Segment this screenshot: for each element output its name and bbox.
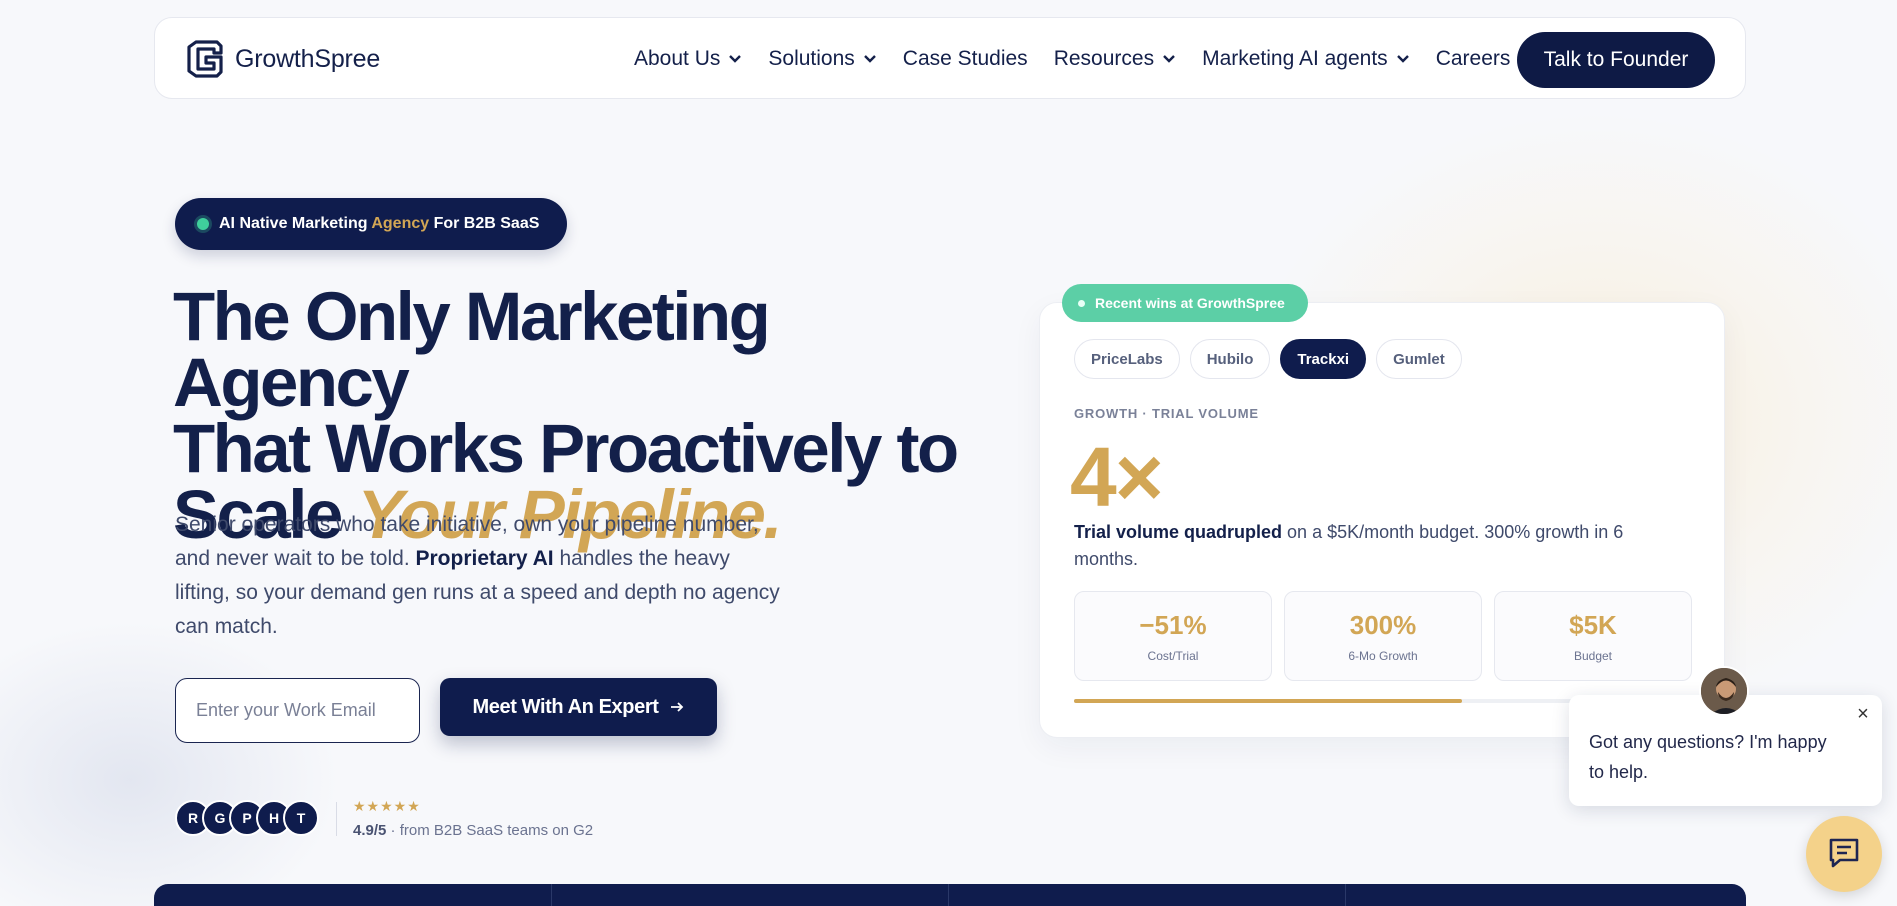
recent-wins-pill: Recent wins at GrowthSpree bbox=[1062, 284, 1308, 322]
client-tabs: PriceLabs Hubilo Trackxi Gumlet bbox=[1074, 339, 1462, 379]
stat-value: −51% bbox=[1139, 609, 1207, 640]
nav-label: Case Studies bbox=[902, 47, 1028, 70]
chevron-down-icon bbox=[863, 55, 876, 63]
stat-tiles: −51% Cost/Trial 300% 6-Mo Growth $5K Bud… bbox=[1074, 591, 1692, 681]
stat-cost-per-trial: −51% Cost/Trial bbox=[1074, 591, 1272, 681]
talk-to-founder-button[interactable]: Talk to Founder bbox=[1517, 32, 1715, 88]
rating-divider bbox=[336, 802, 337, 836]
star-rating-icon: ★★★★★ bbox=[353, 798, 421, 814]
background-glow-left bbox=[0, 620, 340, 906]
nav-marketing-ai-agents[interactable]: Marketing AI agents bbox=[1202, 47, 1410, 71]
chevron-down-icon bbox=[1396, 55, 1409, 63]
recent-wins-card: PriceLabs Hubilo Trackxi Gumlet GROWTH ·… bbox=[1039, 302, 1725, 738]
agent-avatar bbox=[1699, 666, 1749, 716]
rating-text: 4.9/5 · from B2B SaaS teams on G2 bbox=[353, 822, 593, 839]
wins-pill-label: Recent wins at GrowthSpree bbox=[1095, 295, 1285, 311]
hero-badge: AI Native Marketing Agency For B2B SaaS bbox=[175, 198, 567, 250]
nav-resources[interactable]: Resources bbox=[1054, 47, 1176, 71]
expert-button-label: Meet With An Expert bbox=[472, 695, 659, 718]
stat-value: 300% bbox=[1349, 609, 1417, 640]
tab-hubilo[interactable]: Hubilo bbox=[1189, 339, 1271, 379]
nav-solutions[interactable]: Solutions bbox=[768, 47, 876, 71]
hero-subtext: Senior operators who take initiative, ow… bbox=[175, 508, 785, 644]
headline-line-1: The Only Marketing Agency bbox=[173, 278, 771, 421]
tab-trackxi[interactable]: Trackxi bbox=[1280, 339, 1367, 379]
big-metric: 4× bbox=[1070, 430, 1164, 524]
chat-message: Got any questions? I'm happy to help. bbox=[1589, 732, 1827, 782]
nav-label: Solutions bbox=[768, 47, 855, 70]
stat-growth: 300% 6-Mo Growth bbox=[1284, 591, 1482, 681]
reviewer-avatars: R G P H T bbox=[175, 800, 319, 836]
metric-desc-bold: Trial volume quadrupled bbox=[1074, 522, 1283, 542]
meet-with-expert-button[interactable]: Meet With An Expert bbox=[440, 678, 717, 736]
band-divider bbox=[948, 884, 949, 906]
metric-description: Trial volume quadrupled on a $5K/month b… bbox=[1074, 519, 1674, 573]
stat-label: Cost/Trial bbox=[1147, 648, 1199, 663]
work-email-input[interactable] bbox=[175, 678, 420, 743]
band-divider bbox=[551, 884, 552, 906]
subtext-bold: Proprietary AI bbox=[415, 547, 554, 570]
nav-careers[interactable]: Careers bbox=[1436, 47, 1511, 71]
stats-band bbox=[154, 884, 1746, 906]
avatar: T bbox=[283, 800, 319, 836]
chevron-down-icon bbox=[1163, 55, 1175, 63]
nav-label: Careers bbox=[1435, 47, 1511, 70]
close-icon[interactable]: × bbox=[1852, 703, 1874, 725]
stat-value: $5K bbox=[1569, 609, 1617, 640]
chat-launcher-button[interactable] bbox=[1806, 816, 1882, 892]
badge-text-accent: Agency bbox=[371, 215, 430, 232]
nav-label: Resources bbox=[1053, 47, 1155, 70]
logo[interactable]: GrowthSpree bbox=[185, 40, 380, 78]
brand-name: GrowthSpree bbox=[235, 44, 381, 73]
arrow-right-icon bbox=[671, 702, 684, 712]
badge-text-post: For B2B SaaS bbox=[429, 215, 540, 232]
progress-fill bbox=[1074, 699, 1463, 703]
band-divider bbox=[1345, 884, 1346, 906]
top-navbar: GrowthSpree About Us Solutions Case Stud… bbox=[154, 17, 1746, 99]
nav-about-us[interactable]: About Us bbox=[634, 47, 742, 71]
stat-label: Budget bbox=[1573, 648, 1613, 663]
nav-label: Marketing AI agents bbox=[1202, 47, 1388, 70]
rating-value: 4.9/5 bbox=[353, 822, 387, 839]
nav-links: About Us Solutions Case Studies Resource… bbox=[634, 18, 1536, 100]
chevron-down-icon bbox=[729, 55, 742, 63]
status-dot-icon bbox=[197, 218, 209, 230]
stat-budget: $5K Budget bbox=[1494, 591, 1692, 681]
metric-label: GROWTH · TRIAL VOLUME bbox=[1074, 406, 1259, 421]
growthspree-logo-icon bbox=[187, 40, 223, 78]
nav-case-studies[interactable]: Case Studies bbox=[903, 47, 1028, 71]
tab-gumlet[interactable]: Gumlet bbox=[1376, 339, 1462, 379]
nav-label: About Us bbox=[634, 47, 721, 70]
badge-text-pre: AI Native Marketing bbox=[219, 215, 372, 232]
status-dot-icon bbox=[1078, 299, 1085, 307]
badge-text: AI Native Marketing Agency For B2B SaaS bbox=[219, 215, 539, 233]
rating-source: · from B2B SaaS teams on G2 bbox=[386, 822, 594, 839]
stat-label: 6-Mo Growth bbox=[1348, 648, 1418, 663]
tab-pricelabs[interactable]: PriceLabs bbox=[1074, 339, 1180, 379]
chat-icon bbox=[1829, 838, 1859, 868]
